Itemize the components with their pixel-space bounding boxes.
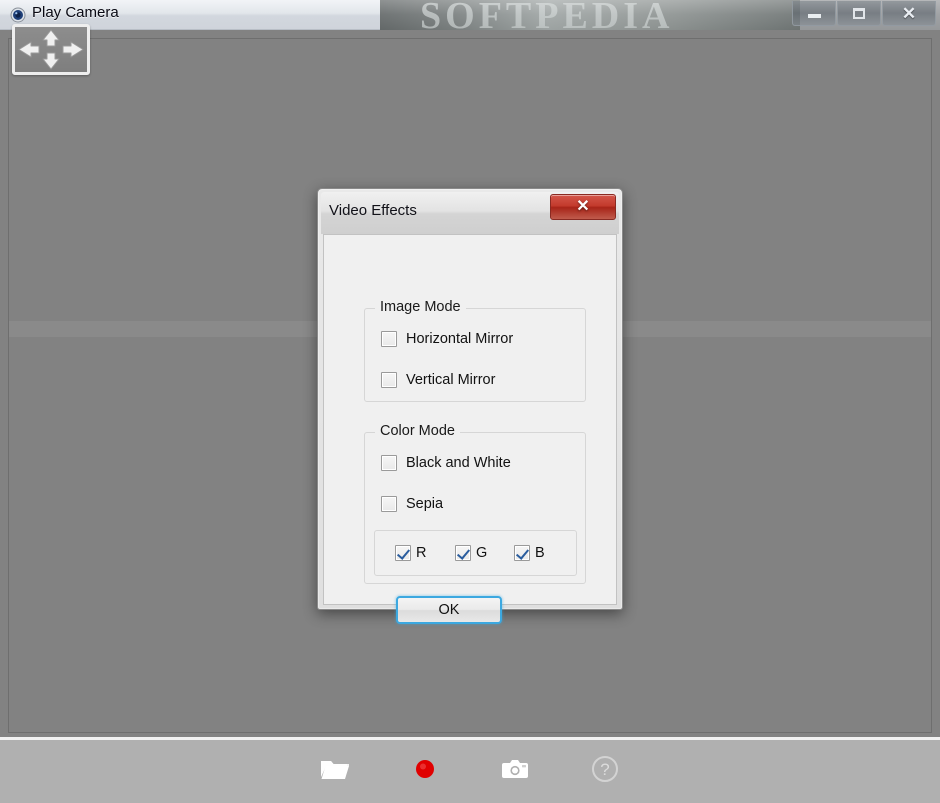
checkbox-box[interactable] xyxy=(455,545,471,561)
dialog-body: Image Mode Horizontal Mirror Vertical Mi… xyxy=(323,234,617,624)
open-folder-button[interactable] xyxy=(307,749,363,795)
color-mode-label: Color Mode xyxy=(375,423,460,439)
question-circle-icon: ? xyxy=(591,755,619,788)
checkbox-channel-g[interactable]: G xyxy=(455,545,487,561)
snapshot-button[interactable] xyxy=(487,749,543,795)
minimize-icon xyxy=(807,14,821,18)
checkbox-horizontal-mirror[interactable]: Horizontal Mirror xyxy=(381,331,513,347)
dialog-title: Video Effects xyxy=(329,202,417,219)
close-button[interactable]: ✕ xyxy=(882,1,936,26)
maximize-button[interactable] xyxy=(837,1,881,26)
minimize-button[interactable] xyxy=(792,1,836,26)
checkbox-label: Black and White xyxy=(406,455,511,471)
dialog-title-bar: Video Effects ✕ xyxy=(321,192,619,234)
record-button[interactable] xyxy=(397,749,453,795)
checkbox-box[interactable] xyxy=(381,331,397,347)
help-button[interactable]: ? xyxy=(577,749,633,795)
svg-text:?: ? xyxy=(600,760,609,779)
checkbox-box[interactable] xyxy=(395,545,411,561)
camera-icon xyxy=(500,757,530,786)
checkbox-box[interactable] xyxy=(514,545,530,561)
checkbox-label: R xyxy=(416,545,427,561)
ok-button[interactable]: OK xyxy=(396,596,502,624)
checkbox-label: B xyxy=(535,545,545,561)
dialog-close-button[interactable]: ✕ xyxy=(550,194,616,220)
checkbox-box[interactable] xyxy=(381,455,397,471)
four-way-move-arrows-icon[interactable] xyxy=(12,24,90,75)
checkbox-channel-r[interactable]: R xyxy=(395,545,426,561)
image-mode-label: Image Mode xyxy=(375,299,466,315)
checkbox-box[interactable] xyxy=(381,372,397,388)
close-icon: ✕ xyxy=(901,3,917,23)
bottom-toolbar: ? xyxy=(0,737,940,803)
checkbox-vertical-mirror[interactable]: Vertical Mirror xyxy=(381,372,495,388)
checkbox-box[interactable] xyxy=(381,496,397,512)
window-controls: ✕ xyxy=(791,1,936,26)
checkbox-label: Vertical Mirror xyxy=(406,372,496,388)
record-dot-icon xyxy=(413,757,437,786)
checkbox-channel-b[interactable]: B xyxy=(514,545,545,561)
checkbox-label: G xyxy=(476,545,488,561)
close-icon: ✕ xyxy=(576,198,590,215)
window-title: Play Camera xyxy=(32,4,119,21)
camera-lens-icon xyxy=(10,7,26,23)
play-camera-window: SOFTPEDIA Play Camera ✕ xyxy=(0,0,940,803)
title-bar: Play Camera ✕ xyxy=(0,0,940,30)
maximize-icon xyxy=(853,7,865,19)
video-effects-dialog: Video Effects ✕ Image Mode Horizontal Mi… xyxy=(317,188,623,624)
checkbox-sepia[interactable]: Sepia xyxy=(381,496,443,512)
image-mode-group: Image Mode Horizontal Mirror Vertical Mi… xyxy=(364,299,586,402)
checkbox-label: Horizontal Mirror xyxy=(406,331,514,347)
checkbox-label: Sepia xyxy=(406,496,444,512)
checkbox-black-and-white[interactable]: Black and White xyxy=(381,455,511,471)
color-mode-group: Color Mode Black and White Sepia R G B xyxy=(364,423,586,584)
rgb-channels-group: R G B xyxy=(374,530,577,576)
open-folder-icon xyxy=(320,757,350,786)
